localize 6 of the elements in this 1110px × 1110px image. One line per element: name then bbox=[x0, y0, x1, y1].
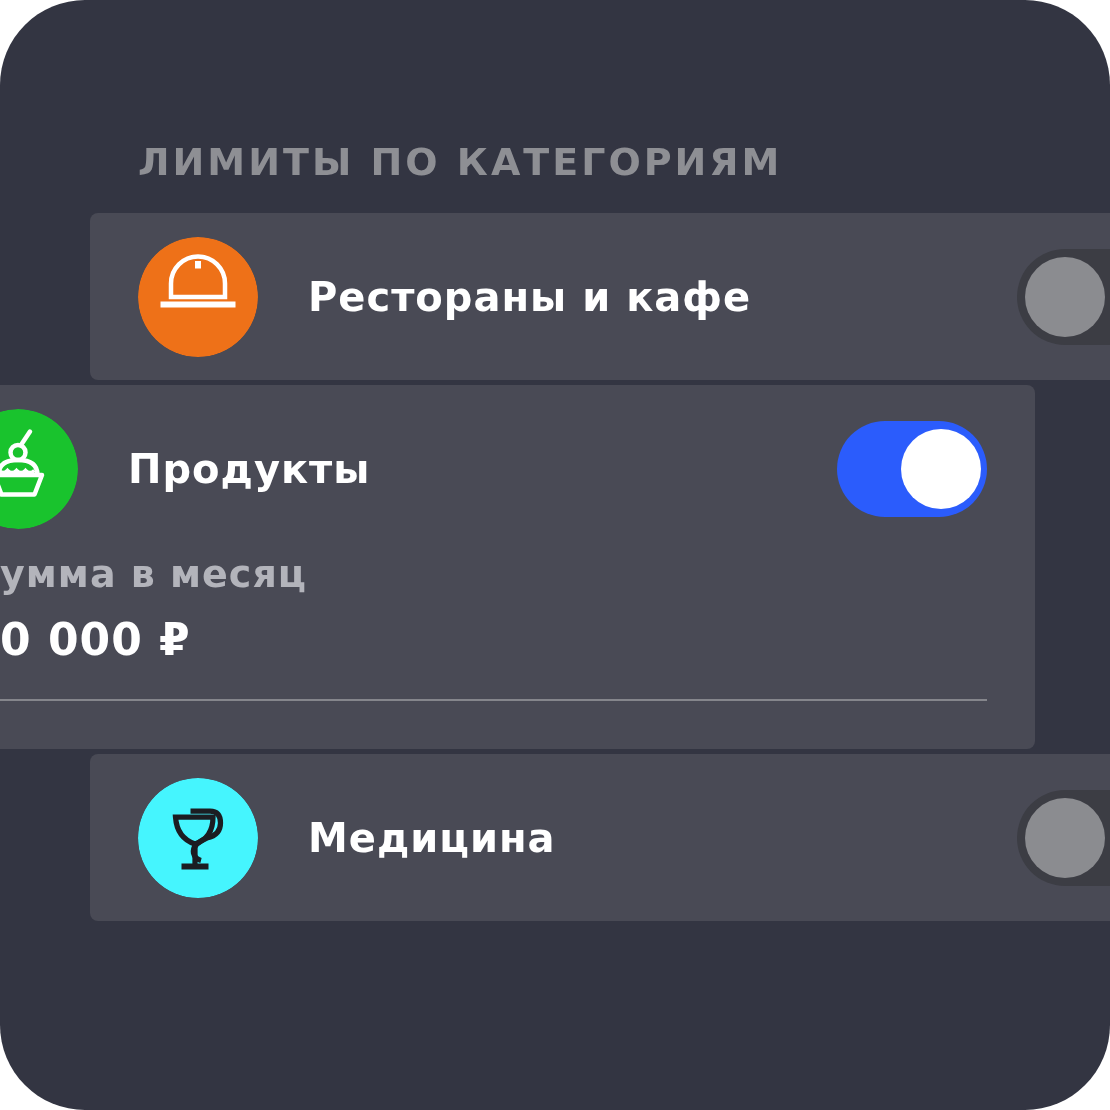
section-title: ЛИМИТЫ ПО КАТЕГОРИЯМ bbox=[138, 140, 784, 186]
amount-field[interactable]: 0 000 ₽ bbox=[0, 614, 987, 665]
category-name: Медицина bbox=[308, 814, 557, 861]
category-name: Продукты bbox=[128, 445, 372, 492]
category-name: Рестораны и кафе bbox=[308, 273, 753, 320]
field-label: умма в месяц bbox=[0, 552, 308, 596]
